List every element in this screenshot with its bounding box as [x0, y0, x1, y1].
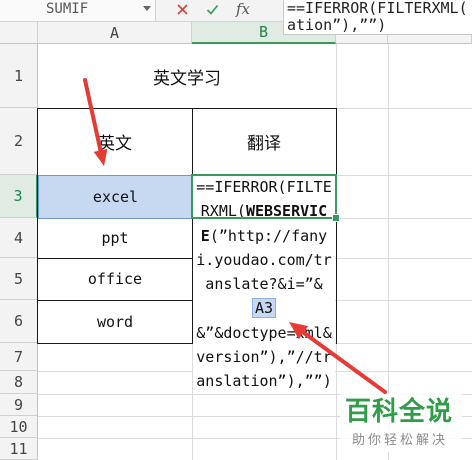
name-box-value: SUMIF [46, 1, 89, 17]
formula-segment: anslate?&i=”& [205, 275, 323, 293]
row-header-5[interactable]: 5 [0, 258, 38, 300]
watermark-logo-subtitle: 助你轻松解决 [352, 433, 449, 448]
cell-a6[interactable]: word [38, 300, 192, 343]
formula-bar-line: ation”),””) [287, 16, 387, 34]
insert-function-button[interactable]: fx [236, 0, 250, 19]
editor-line: A3 [193, 296, 335, 320]
formula-bar-line: ==IFERROR(FILTERXML( [287, 0, 468, 17]
cell-a3-referenced[interactable]: excel [38, 175, 193, 219]
row-header-2[interactable]: 2 [0, 108, 38, 175]
cell-a2[interactable]: 英文 [38, 108, 192, 175]
formula-segment: i.youdao.com/tr [196, 250, 332, 269]
cell-b2[interactable]: 翻译 [192, 108, 336, 175]
cell-border [336, 108, 337, 344]
editor-line: &”&doctype=xml& [193, 321, 335, 345]
name-box[interactable]: SUMIF [0, 0, 156, 21]
check-icon[interactable] [206, 3, 219, 16]
formula-segment: anslation”),””) [196, 372, 332, 390]
function-name-bold: E [200, 226, 210, 245]
editor-line: version”),”//tr [193, 345, 335, 369]
row-header-9[interactable]: 9 [0, 394, 38, 416]
cell-border [192, 108, 193, 344]
column-header-a[interactable]: A [38, 22, 192, 44]
editor-line: i.youdao.com/tr [193, 248, 335, 272]
formula-segment: (”http://fany [209, 226, 328, 245]
watermark-logo-title: 百科全说 [345, 397, 454, 427]
row-header-8[interactable]: 8 [0, 371, 38, 394]
cell-reference-highlight[interactable]: A3 [251, 298, 277, 319]
cell-a5[interactable]: office [38, 258, 192, 300]
cell-border [38, 343, 193, 344]
editor-line: anslate?&i=”& [193, 272, 335, 296]
formula-segment: version”),”//tr [196, 347, 332, 366]
close-icon[interactable] [176, 3, 189, 16]
row-header-3[interactable]: 3 [0, 175, 38, 218]
fill-handle[interactable] [332, 214, 340, 222]
cell-a4[interactable]: ppt [38, 218, 192, 258]
chevron-down-icon[interactable] [142, 5, 152, 12]
formula-segment: &”&doctype=xml& [196, 323, 332, 342]
row-header-4[interactable]: 4 [0, 218, 38, 258]
row-header-11[interactable]: 11 [0, 438, 38, 460]
cell-border [38, 108, 337, 109]
cell-border [37, 108, 38, 344]
row-header-1[interactable]: 1 [0, 44, 38, 108]
row-header-7[interactable]: 7 [0, 343, 38, 371]
cell-border [38, 300, 193, 301]
row-header-6[interactable]: 6 [0, 300, 38, 343]
formula-bar[interactable]: ==IFERROR(FILTERXML( ation”),””) [283, 0, 472, 35]
cell-border [38, 258, 193, 259]
row-header-10[interactable]: 10 [0, 416, 38, 438]
select-all-corner[interactable] [0, 22, 38, 44]
editor-line: anslation”),””) [193, 369, 335, 393]
active-cell-border [191, 174, 337, 219]
editor-line: E(”http://fany [193, 224, 335, 248]
cell-a1-merged-title[interactable]: 英文学习 [38, 44, 336, 108]
